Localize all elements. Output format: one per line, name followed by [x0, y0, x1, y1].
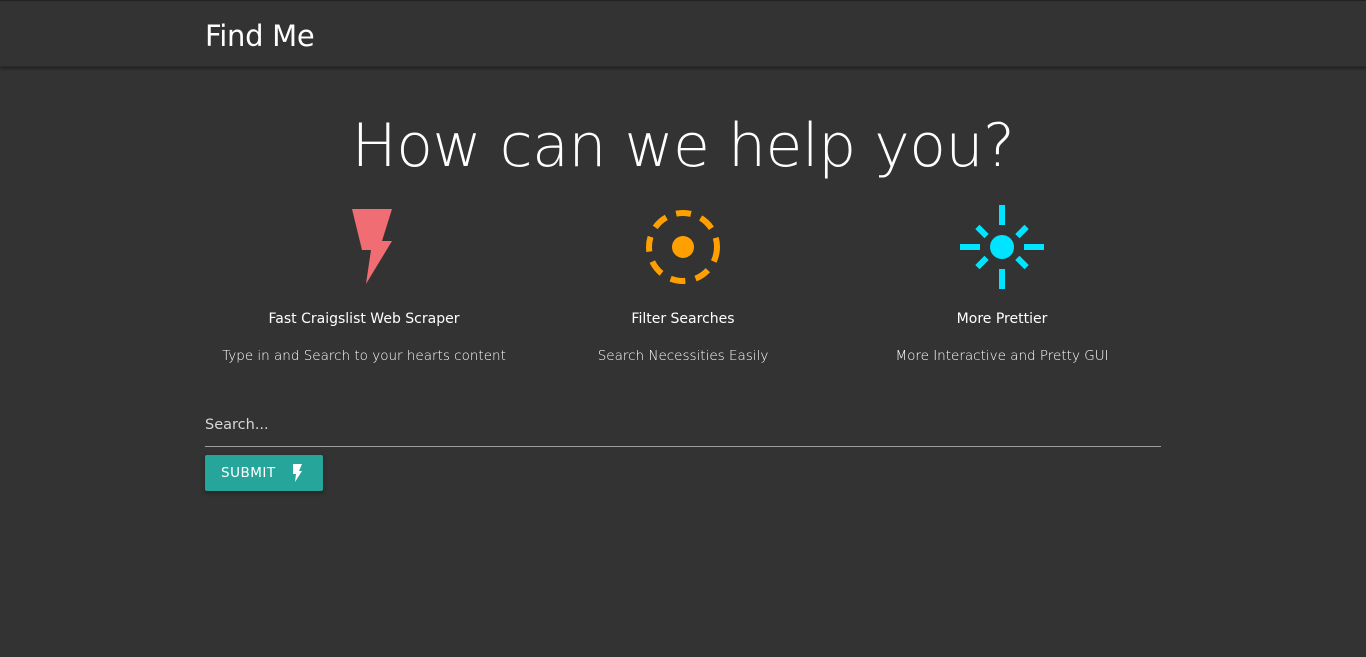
page-title: How can we help you? — [351, 111, 1015, 181]
search-field — [205, 405, 1161, 447]
gps-target-icon — [633, 200, 733, 296]
submit-button-label: Submit — [221, 465, 276, 481]
submit-button[interactable]: Submit — [205, 455, 323, 491]
navbar: Find Me — [0, 0, 1366, 67]
brand-logo[interactable]: Find Me — [205, 18, 315, 54]
feature-fast-scraper: Fast Craigslist Web Scraper Type in and … — [204, 200, 524, 364]
feature-more-prettier: More Prettier More Interactive and Prett… — [842, 200, 1162, 364]
feature-title: More Prettier — [956, 311, 1048, 327]
feature-description: Type in and Search to your hearts conten… — [222, 348, 506, 364]
feature-description: More Interactive and Pretty GUI — [895, 348, 1109, 364]
feature-description: Search Necessities Easily — [597, 348, 769, 364]
feature-filter-searches: Filter Searches Search Necessities Easil… — [523, 200, 843, 364]
flash-icon — [291, 464, 303, 482]
flash-icon — [314, 200, 414, 296]
brightness-icon — [952, 200, 1052, 296]
search-input[interactable] — [205, 405, 1161, 445]
feature-title: Fast Craigslist Web Scraper — [268, 311, 460, 327]
feature-title: Filter Searches — [631, 311, 735, 327]
